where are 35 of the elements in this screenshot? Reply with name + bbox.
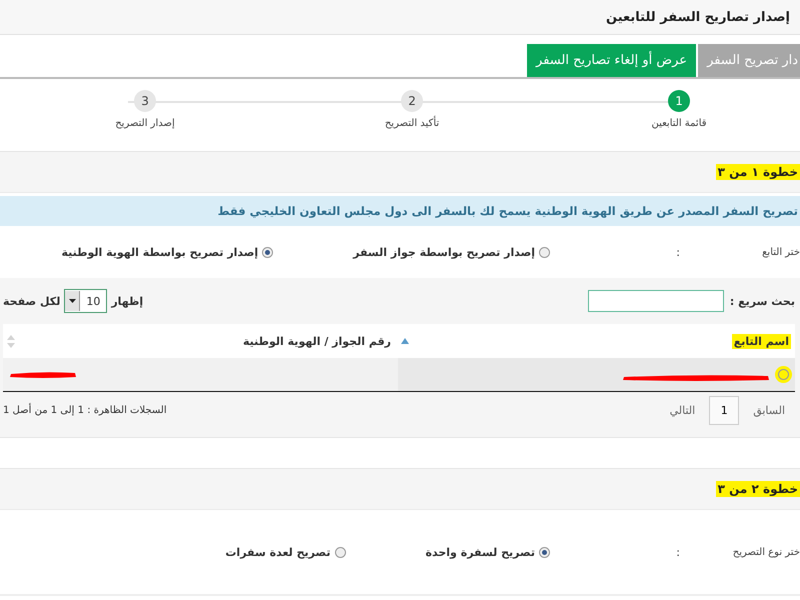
step-circle: 3 <box>134 90 156 112</box>
option-label: إصدار تصريح بواسطة الهوية الوطنية <box>61 246 258 258</box>
radio-button[interactable] <box>334 546 346 558</box>
page-size-select[interactable]: 10 <box>64 289 108 313</box>
page-button[interactable]: 1 <box>709 396 740 425</box>
colon-label: : <box>675 546 680 558</box>
section-heading: خطوة ١ من ٣ <box>716 164 800 180</box>
field-label: ختر التابع <box>761 246 800 258</box>
radio-button[interactable] <box>262 246 274 258</box>
next-link[interactable]: التالي <box>670 404 696 417</box>
step-label: إصدار التصريح <box>115 118 175 129</box>
page-title: إصدار تصاريح السفر للتابعين <box>606 10 790 24</box>
step-label: تأكيد التصريح <box>384 118 440 129</box>
records-info: السجلات الظاهرة : 1 إلى 1 من أصل 1 <box>3 405 167 416</box>
radio-button[interactable] <box>539 246 550 258</box>
previous-link[interactable]: السابق <box>753 404 785 417</box>
option-label: تصريح لعدة سفرات <box>225 546 330 558</box>
show-label: إظهار <box>111 294 144 308</box>
per-page-label: لكل صفحة <box>3 294 60 308</box>
column-header[interactable]: رقم الجواز / الهوية الوطنية <box>3 324 397 358</box>
search-field[interactable] <box>588 290 724 312</box>
colon-label: : <box>675 246 680 258</box>
radio-button[interactable] <box>778 369 789 380</box>
info-message: تصريح السفر المصدر عن طريق الهوية الوطنية يسمح لك بالسفر الى دول مجلس التعاون الخليجي فقط <box>0 196 800 226</box>
radio-button[interactable] <box>539 546 550 558</box>
column-header[interactable]: اسم التابع <box>397 324 795 358</box>
option-label: إصدار تصريح بواسطة جواز السفر <box>353 246 535 258</box>
step-label: قائمة التابعين <box>651 118 707 129</box>
search-label: بحث سريع : <box>730 294 795 308</box>
option-label: تصريح لسفرة واحدة <box>426 546 535 558</box>
step-circle: 2 <box>401 90 423 112</box>
dropdown-arrow-icon <box>68 299 76 303</box>
section-heading: خطوة ٢ من ٣ <box>716 481 800 497</box>
step-circle: 1 <box>668 90 690 112</box>
field-label: ختر نوع التصريح <box>732 546 800 558</box>
